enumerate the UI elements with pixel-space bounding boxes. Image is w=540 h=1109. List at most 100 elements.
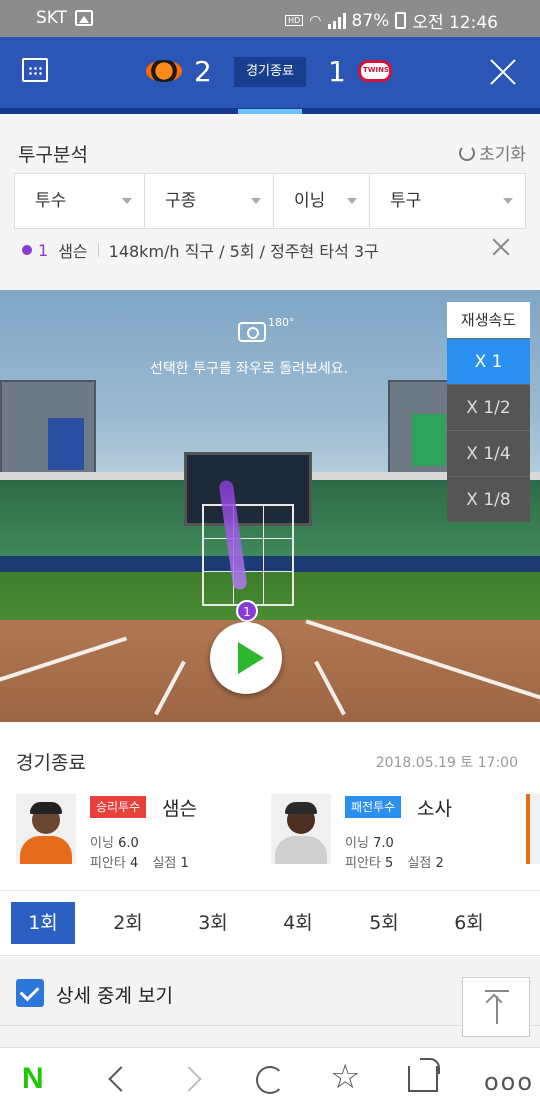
pitch-analysis-panel: 투구분석 초기화 투수 구종 이닝 투구 1 샘슨 148km/h 직구 / 5… — [0, 114, 540, 290]
filter-pitcher[interactable]: 투수 — [15, 174, 145, 228]
play-button[interactable] — [210, 622, 282, 694]
chevron-down-icon — [251, 198, 261, 204]
chevron-down-icon — [503, 198, 513, 204]
filter-label: 투수 — [35, 191, 67, 211]
tab-inning-6[interactable]: 6회 — [437, 902, 501, 944]
stadium-banner — [48, 418, 84, 470]
filter-bar: 투수 구종 이닝 투구 — [14, 173, 526, 229]
speed-option-quarter[interactable]: X 1/4 — [447, 430, 530, 476]
away-team-logo — [146, 60, 182, 82]
reload-icon[interactable] — [256, 1066, 284, 1094]
close-icon[interactable] — [488, 57, 518, 87]
stat-hits: 4 — [130, 856, 139, 871]
forward-icon[interactable] — [176, 1066, 202, 1092]
stadium-banner — [412, 414, 446, 466]
pitch-number: 1 — [38, 240, 49, 260]
tab-inning-4[interactable]: 4회 — [266, 902, 330, 944]
signal-icon — [327, 12, 346, 29]
section-title: 투구분석 — [18, 144, 88, 166]
stat-label: 이닝 — [90, 836, 114, 851]
game-result: 경기종료 2018.05.19 토 17:00 승리투수 샘슨 이닝 6.0 피… — [0, 722, 540, 890]
playback-speed-menu: 재생속도 X 1 X 1/2 X 1/4 X 1/8 — [447, 302, 530, 522]
carrier: SKT — [36, 8, 68, 28]
game-status-badge: 경기종료 — [234, 57, 306, 87]
battery-icon — [395, 12, 407, 29]
bookmark-star-icon[interactable]: ☆ — [330, 1060, 360, 1094]
away-score: 2 — [194, 55, 212, 88]
speed-option-half[interactable]: X 1/2 — [447, 384, 530, 430]
share-icon[interactable] — [408, 1058, 440, 1092]
tab-inning-1[interactable]: 1회 — [11, 902, 75, 944]
detail-checkbox[interactable] — [16, 979, 44, 1007]
stat-innings: 6.0 — [118, 836, 139, 851]
losing-pitcher-name: 소사 — [417, 798, 452, 820]
detail-section: 상세 중계 보기 — [0, 957, 540, 1047]
hd-voice-icon: HD — [285, 15, 304, 26]
avatar — [271, 794, 331, 864]
tab-inning-3[interactable]: 3회 — [181, 902, 245, 944]
stat-runs: 2 — [435, 856, 444, 871]
camera-rotate-icon — [238, 322, 266, 342]
game-header: 2 경기종료 1 — [0, 37, 540, 114]
losing-pitcher-badge: 패전투수 — [345, 796, 402, 818]
home-team-logo — [358, 60, 392, 82]
game-date: 2018.05.19 토 17:00 — [375, 755, 518, 771]
filter-inning[interactable]: 이닝 — [274, 174, 370, 228]
detail-label[interactable]: 상세 중계 보기 — [56, 981, 173, 1008]
speed-option-eighth[interactable]: X 1/8 — [447, 476, 530, 522]
filter-label: 이닝 — [294, 191, 326, 211]
stat-runs: 1 — [180, 856, 189, 871]
reset-label: 초기화 — [479, 145, 526, 165]
stat-innings: 7.0 — [373, 836, 394, 851]
battery-percent: 87% — [351, 10, 390, 31]
filter-label: 투구 — [390, 191, 422, 211]
wifi-icon: ◠ — [309, 12, 322, 29]
stat-label: 피안타 — [90, 856, 126, 871]
chevron-down-icon — [122, 198, 132, 204]
avatar — [16, 794, 76, 864]
home-score: 1 — [328, 55, 346, 88]
tab-inning-5[interactable]: 5회 — [352, 902, 416, 944]
chevron-down-icon — [347, 198, 357, 204]
stat-label: 실점 — [152, 856, 177, 871]
next-pitcher-card-peek[interactable] — [526, 794, 540, 864]
pitcher-name: 샘슨 — [58, 242, 88, 261]
clock: 오전 12:46 — [412, 13, 498, 33]
browser-toolbar: N ☆ ooo — [0, 1047, 540, 1109]
stat-label: 이닝 — [345, 836, 369, 851]
gallery-notification-icon — [75, 10, 94, 26]
pitch-3d-viewer[interactable]: 1 180° 선택한 투구를 좌우로 돌려보세요. 재생속도 X 1 X 1/2… — [0, 290, 540, 722]
pitch-color-dot — [22, 245, 32, 255]
tab-inning-2[interactable]: 2회 — [96, 902, 160, 944]
remove-pitch-icon[interactable] — [492, 238, 510, 256]
stat-label: 피안타 — [345, 856, 381, 871]
speed-title: 재생속도 — [447, 302, 530, 338]
speed-option-1x[interactable]: X 1 — [447, 338, 530, 384]
pitch-detail: 148km/h 직구 / 5회 / 정주현 타석 3구 — [108, 242, 379, 261]
back-icon[interactable] — [108, 1066, 134, 1092]
more-icon[interactable]: ooo — [484, 1068, 534, 1096]
selected-pitch-info: 1 샘슨 148km/h 직구 / 5회 / 정주현 타석 3구 — [22, 238, 379, 262]
filter-label: 구종 — [165, 191, 197, 211]
status-bar: SKT HD ◠ 87% 오전 12:46 — [0, 0, 540, 37]
stat-hits: 5 — [385, 856, 394, 871]
filter-pitch[interactable]: 투구 — [370, 174, 525, 228]
refresh-icon — [459, 144, 476, 161]
winning-pitcher-name: 샘슨 — [162, 798, 197, 820]
winning-pitcher-card[interactable]: 승리투수 샘슨 이닝 6.0 피안타 4 실점 1 — [16, 794, 256, 871]
inning-tabs: 1회 2회 3회 4회 5회 6회 — [0, 890, 540, 956]
arrow-up-icon — [485, 993, 503, 1011]
filter-pitch-type[interactable]: 구종 — [145, 174, 274, 228]
pitch-marker: 1 — [236, 600, 258, 622]
strike-zone — [202, 504, 294, 606]
rotate-hint: 선택한 투구를 좌우로 돌려보세요. — [150, 361, 349, 377]
scroll-to-top-button[interactable] — [462, 977, 530, 1037]
calendar-icon[interactable] — [22, 58, 48, 82]
result-title: 경기종료 — [16, 752, 86, 774]
naver-home-icon[interactable]: N — [22, 1062, 44, 1096]
rotate-degree: 180° — [268, 316, 295, 329]
stat-label: 실점 — [407, 856, 432, 871]
losing-pitcher-card[interactable]: 패전투수 소사 이닝 7.0 피안타 5 실점 2 — [271, 794, 511, 871]
reset-button[interactable]: 초기화 — [459, 140, 526, 165]
winning-pitcher-badge: 승리투수 — [90, 796, 147, 818]
